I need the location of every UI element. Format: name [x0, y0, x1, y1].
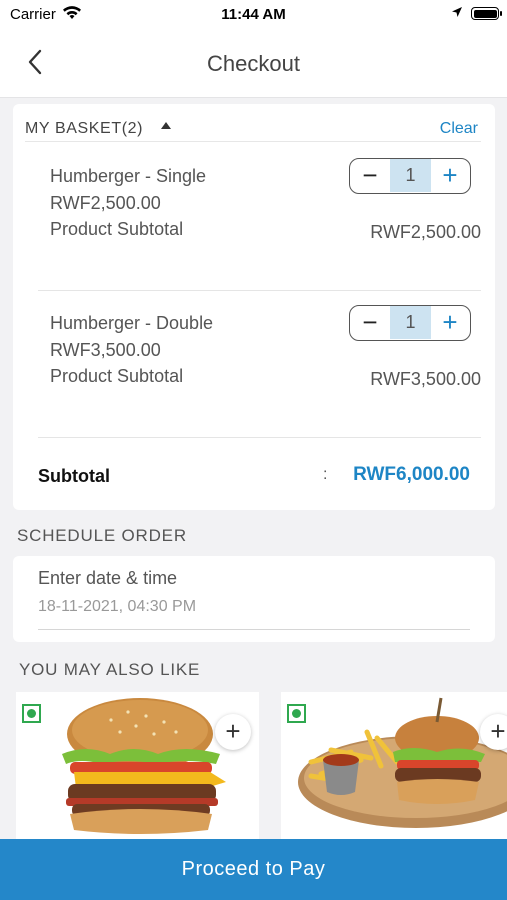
- veg-indicator-icon: [287, 704, 306, 723]
- basket-item: Humberger - Double RWF3,500.00 Product S…: [38, 305, 481, 439]
- item-subtotal-value: RWF2,500.00: [370, 222, 481, 242]
- location-icon: [452, 7, 462, 17]
- basket-card: MY BASKET(2) Clear Humberger - Single RW…: [13, 104, 495, 510]
- quantity-value: 1: [390, 159, 431, 192]
- item-name: Humberger - Double: [50, 313, 214, 333]
- status-bar: Carrier 11:44 AM: [0, 0, 507, 30]
- item-subtotal-label: Product Subtotal: [50, 366, 184, 386]
- quantity-stepper: − 1 +: [349, 305, 471, 341]
- item-subtotal-value: RWF3,500.00: [370, 369, 481, 389]
- clear-basket-button[interactable]: Clear: [440, 120, 478, 138]
- subtotal-colon: :: [323, 466, 328, 483]
- proceed-to-pay-button[interactable]: Proceed to Pay: [0, 839, 507, 900]
- add-to-basket-button[interactable]: +: [215, 714, 251, 750]
- item-subtotal-label: Product Subtotal: [50, 219, 184, 239]
- item-price: RWF3,500.00: [50, 340, 161, 360]
- schedule-section-title: SCHEDULE ORDER: [17, 526, 187, 545]
- veg-indicator-icon: [22, 704, 41, 723]
- page-title: Checkout: [207, 51, 300, 76]
- nav-bar: Checkout: [0, 30, 507, 98]
- burger-fries-image: [298, 697, 507, 828]
- status-time: 11:44 AM: [221, 6, 286, 23]
- recommended-product-card[interactable]: +: [16, 692, 259, 842]
- item-divider: [38, 437, 481, 438]
- item-price: RWF2,500.00: [50, 193, 161, 213]
- item-name: Humberger - Single: [50, 166, 207, 186]
- basket-header[interactable]: MY BASKET(2) Clear: [25, 114, 481, 142]
- battery-icon: [471, 7, 502, 20]
- schedule-label: Enter date & time: [38, 568, 178, 588]
- recommendations-title: YOU MAY ALSO LIKE: [19, 660, 201, 679]
- schedule-card: Enter date & time 18-11-2021, 04:30 PM: [13, 556, 495, 642]
- quantity-stepper: − 1 +: [349, 158, 471, 194]
- decrease-quantity-button[interactable]: −: [350, 306, 390, 339]
- decrease-quantity-button[interactable]: −: [350, 159, 390, 192]
- datetime-field[interactable]: 18-11-2021, 04:30 PM: [38, 596, 470, 630]
- increase-quantity-button[interactable]: +: [430, 306, 470, 339]
- burger-image: [62, 698, 226, 834]
- item-divider: [38, 290, 481, 291]
- recommended-product-card[interactable]: +: [281, 692, 507, 842]
- subtotal-value: RWF6,000.00: [353, 464, 470, 485]
- basket-title: MY BASKET(2): [25, 120, 144, 137]
- subtotal-label: Subtotal: [38, 466, 110, 486]
- caret-up-icon[interactable]: [161, 122, 171, 129]
- quantity-value: 1: [390, 306, 431, 339]
- increase-quantity-button[interactable]: +: [430, 159, 470, 192]
- basket-item: Humberger - Single RWF2,500.00 Product S…: [38, 158, 481, 292]
